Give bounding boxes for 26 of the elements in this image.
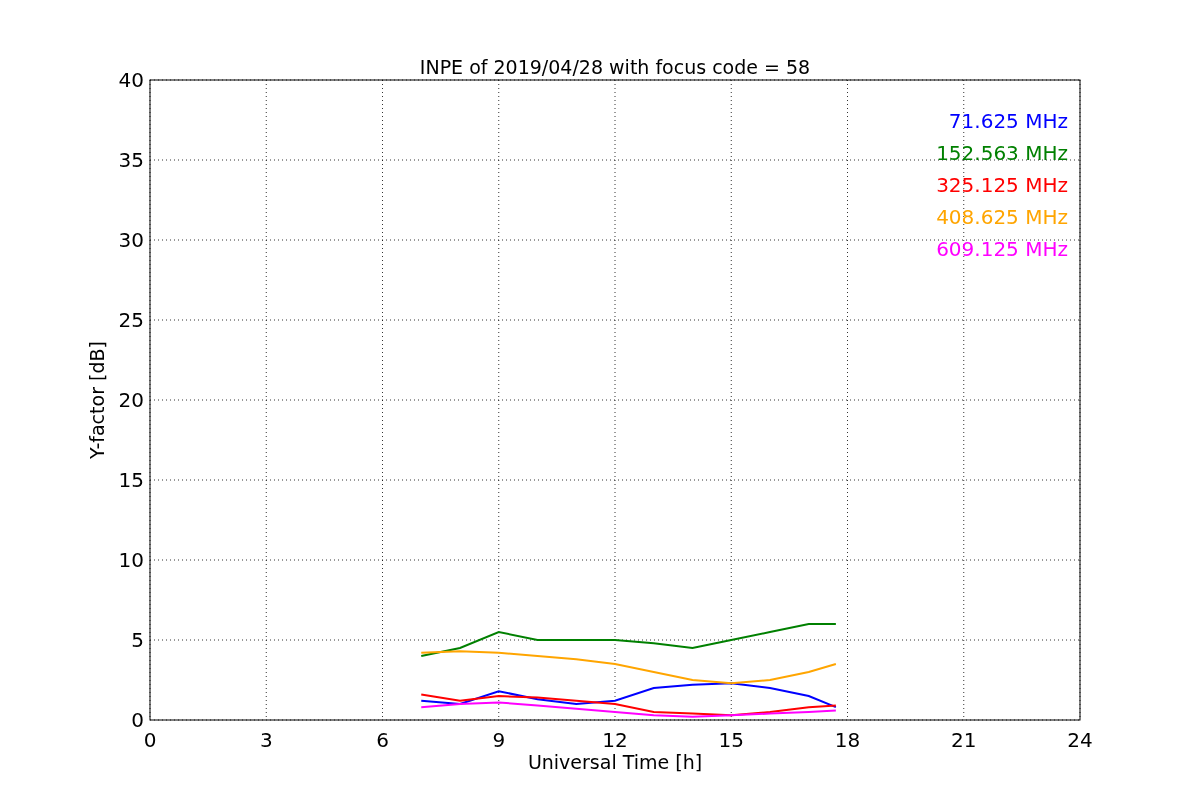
- x-axis-title: Universal Time [h]: [527, 751, 703, 773]
- x-tick-label: 21: [951, 728, 977, 752]
- legend-entry: 152.563 MHz: [936, 141, 1068, 165]
- x-tick-label: 9: [492, 728, 506, 752]
- x-tick-label: 0: [143, 728, 157, 752]
- x-tick-label: 18: [834, 728, 861, 752]
- chart-title: INPE of 2019/04/28 with focus code = 58: [419, 56, 811, 78]
- y-tick-label: 35: [118, 148, 144, 172]
- x-tick-label: 3: [259, 728, 273, 752]
- y-tick-label: 25: [118, 308, 144, 332]
- y-tick-label: 15: [118, 468, 144, 492]
- y-tick-label: 20: [118, 388, 144, 412]
- y-axis-title: Y-factor [dB]: [86, 341, 108, 459]
- x-tick-label: 15: [718, 728, 744, 752]
- y-tick-label: 40: [118, 68, 144, 92]
- y-tick-label: 10: [118, 548, 144, 572]
- legend-entry: 609.125 MHz: [936, 237, 1068, 261]
- legend-entry: 325.125 MHz: [936, 173, 1068, 197]
- x-tick-label: 12: [602, 728, 628, 752]
- x-tick-label: 24: [1067, 728, 1093, 752]
- legend-entry: 408.625 MHz: [936, 205, 1068, 229]
- y-tick-label: 0: [131, 708, 144, 732]
- y-tick-label: 30: [118, 228, 144, 252]
- y-tick-label: 5: [131, 628, 144, 652]
- legend-entry: 71.625 MHz: [948, 109, 1068, 133]
- x-tick-label: 6: [376, 728, 389, 752]
